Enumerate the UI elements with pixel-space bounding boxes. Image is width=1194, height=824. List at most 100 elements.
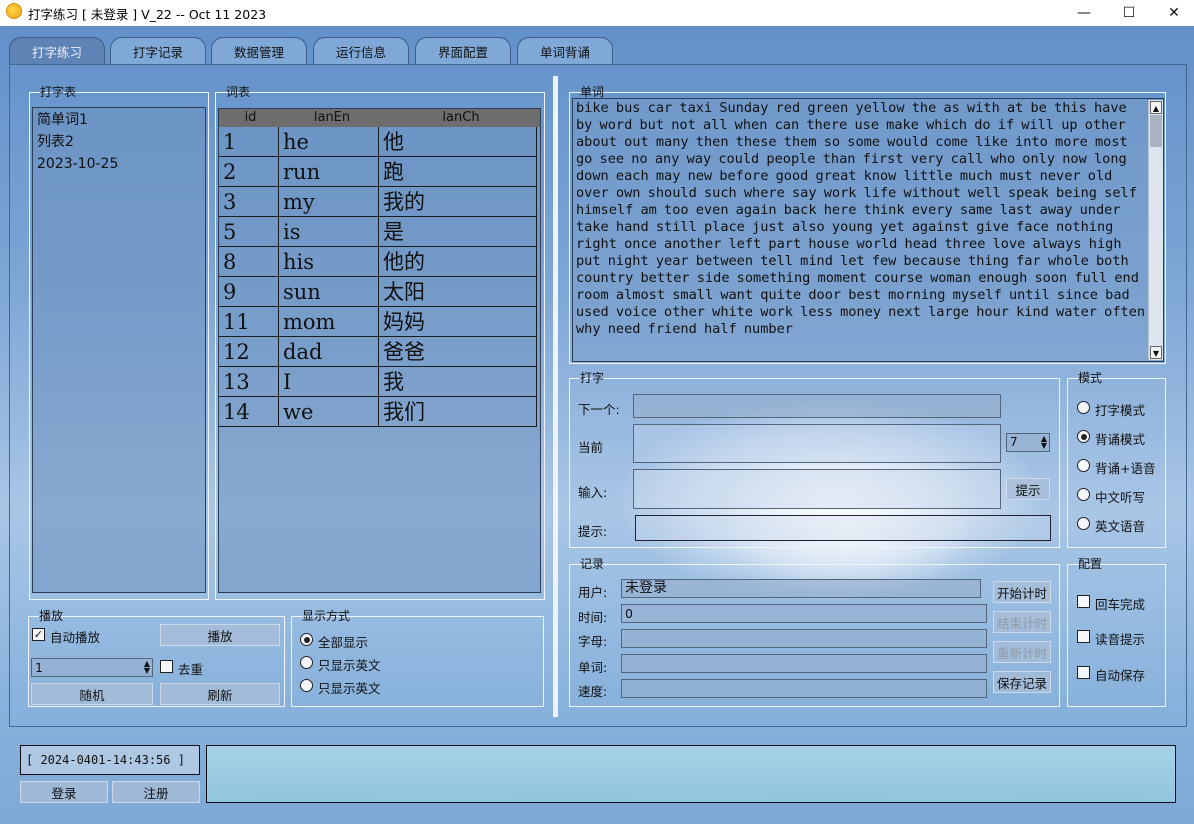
tab-typing-practice[interactable]: 打字练习 [9,37,105,65]
words-scrollbar[interactable]: ▲ ▼ [1148,100,1163,360]
mode-english-voice-radio[interactable] [1077,517,1090,530]
table-cell-english[interactable]: his [279,247,379,277]
mode-typing-radio[interactable] [1077,401,1090,414]
table-cell-id[interactable]: 8 [219,247,279,277]
list-item[interactable]: 列表2 [37,132,74,152]
table-cell-id[interactable]: 11 [219,307,279,337]
table-cell-chinese[interactable]: 他 [379,127,537,157]
auto-save-checkbox[interactable] [1077,666,1090,679]
table-cell-chinese[interactable]: 爸爸 [379,337,537,367]
user-field: 未登录 [621,579,981,598]
column-header-lanen[interactable]: lanEn [282,109,382,127]
current-word-field [633,424,1001,463]
table-cell-chinese[interactable]: 我的 [379,187,537,217]
spin-arrows-icon[interactable]: ▲ ▼ [144,660,150,675]
auto-play-label: 自动播放 [50,630,101,645]
table-cell-english[interactable]: dad [279,337,379,367]
play-count-value: 1 [35,660,43,675]
table-cell-id[interactable]: 1 [219,127,279,157]
table-cell-id[interactable]: 9 [219,277,279,307]
table-cell-english[interactable]: is [279,217,379,247]
typing-table-list[interactable]: 简单词1 列表2 2023-10-25 [32,107,206,593]
table-cell-english[interactable]: run [279,157,379,187]
tab-typing-records[interactable]: 打字记录 [110,37,206,65]
table-cell-id[interactable]: 3 [219,187,279,217]
hint-label: 提示: [578,524,608,539]
column-header-id[interactable]: id [219,109,282,127]
random-button[interactable]: 随机 [31,683,153,705]
start-timer-button[interactable]: 开始计时 [993,581,1051,603]
typing-input[interactable] [633,469,1001,509]
table-cell-english[interactable]: sun [279,277,379,307]
datetime-display: [ 2024-0401-14:43:56 ] [20,745,200,775]
font-size-spinbox[interactable]: 7 ▲ ▼ [1006,433,1050,452]
refresh-button[interactable]: 刷新 [160,683,280,705]
log-output-area[interactable] [206,745,1176,803]
config-label: 配置 [1078,557,1103,571]
scroll-thumb[interactable] [1150,115,1162,147]
input-label: 输入: [578,485,608,500]
table-cell-id[interactable]: 14 [219,397,279,427]
maximize-button[interactable]: ☐ [1106,0,1152,26]
scroll-down-icon[interactable]: ▼ [1150,346,1162,359]
record-label: 记录 [580,557,605,571]
next-word-field [633,394,1001,418]
minimize-button[interactable]: — [1061,0,1107,26]
enter-complete-checkbox[interactable] [1077,595,1090,608]
spin-arrows-icon[interactable]: ▲ ▼ [1041,435,1047,450]
mode-recite-voice-label: 背诵+语音 [1095,461,1156,476]
display-english-radio-2[interactable] [300,679,313,692]
auto-play-checkbox[interactable]: ✓ [32,628,45,641]
tab-run-info[interactable]: 运行信息 [313,37,409,65]
table-cell-id[interactable]: 2 [219,157,279,187]
tab-word-recitation[interactable]: 单词背诵 [517,37,613,65]
close-button[interactable]: ✕ [1151,0,1194,26]
words-count-field [621,654,987,673]
table-cell-english[interactable]: mom [279,307,379,337]
tab-data-management[interactable]: 数据管理 [211,37,307,65]
list-item[interactable]: 简单词1 [37,110,88,130]
list-item[interactable]: 2023-10-25 [37,154,118,174]
table-cell-chinese[interactable]: 是 [379,217,537,247]
letters-label: 字母: [578,634,608,649]
display-all-radio[interactable] [300,633,313,646]
table-cell-english[interactable]: we [279,397,379,427]
table-cell-chinese[interactable]: 我们 [379,397,537,427]
table-cell-chinese[interactable]: 我 [379,367,537,397]
restart-timer-button[interactable]: 重新计时 [993,641,1051,663]
end-timer-button[interactable]: 结束计时 [993,611,1051,633]
column-header-lanch[interactable]: lanCh [382,109,540,127]
login-button[interactable]: 登录 [20,781,108,803]
word-table-label: 词表 [226,85,251,99]
word-table[interactable]: id lanEn lanCh 1 he 他 2 run 跑 3 my 我的 5 is 是 8 his 他的 9… [218,108,541,593]
mode-recite-voice-radio[interactable] [1077,459,1090,472]
time-field: 0 [621,604,987,623]
table-cell-id[interactable]: 12 [219,337,279,367]
hint-button[interactable]: 提示 [1006,478,1050,500]
time-label: 时间: [578,610,608,625]
window-title: 打字练习 [ 未登录 ] V_22 -- Oct 11 2023 [28,7,267,22]
tab-ui-config[interactable]: 界面配置 [415,37,511,65]
mode-chinese-dictation-radio[interactable] [1077,488,1090,501]
play-button[interactable]: 播放 [160,624,280,646]
panel-splitter[interactable] [553,76,558,717]
mode-recite-radio[interactable] [1077,430,1090,443]
table-cell-chinese[interactable]: 他的 [379,247,537,277]
table-cell-english[interactable]: my [279,187,379,217]
play-count-spinbox[interactable]: 1 ▲ ▼ [31,658,153,677]
pronunciation-hint-checkbox[interactable] [1077,630,1090,643]
table-cell-chinese[interactable]: 跑 [379,157,537,187]
mode-english-voice-label: 英文语音 [1095,519,1146,534]
table-cell-id[interactable]: 13 [219,367,279,397]
save-record-button[interactable]: 保存记录 [993,671,1051,693]
register-button[interactable]: 注册 [112,781,200,803]
scroll-up-icon[interactable]: ▲ [1150,101,1162,114]
hint-field [635,515,1051,541]
table-cell-english[interactable]: I [279,367,379,397]
table-cell-id[interactable]: 5 [219,217,279,247]
display-english-radio[interactable] [300,656,313,669]
table-cell-chinese[interactable]: 妈妈 [379,307,537,337]
dedupe-checkbox[interactable] [160,660,173,673]
table-cell-english[interactable]: he [279,127,379,157]
table-cell-chinese[interactable]: 太阳 [379,277,537,307]
